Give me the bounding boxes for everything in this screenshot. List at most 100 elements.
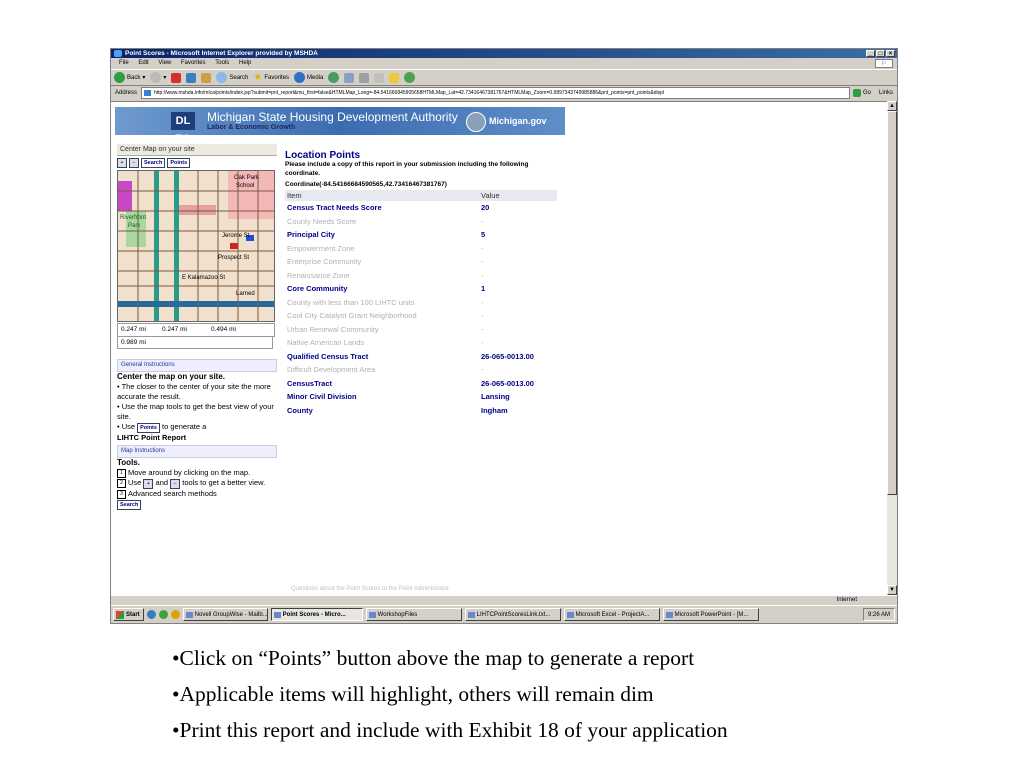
point-value: - bbox=[481, 257, 484, 267]
folder-button[interactable] bbox=[389, 72, 400, 83]
report-note: Please include a copy of this report in … bbox=[285, 161, 529, 177]
vertical-scrollbar[interactable]: ▲ ▼ bbox=[887, 101, 897, 595]
taskbar-item[interactable]: LIHTCPointScoresLink.txt... bbox=[464, 608, 561, 621]
table-row: Enterprise Community - bbox=[285, 255, 557, 269]
search-tool-button[interactable]: Search bbox=[117, 500, 142, 510]
search-tool-button[interactable]: Search bbox=[141, 158, 166, 168]
point-item: Native American Lands bbox=[287, 338, 365, 348]
table-row: Minor Civil Division Lansing bbox=[285, 390, 557, 404]
points-button[interactable]: Points bbox=[167, 158, 191, 168]
point-value: 1 bbox=[481, 284, 486, 294]
step-2-icon: 2 bbox=[117, 478, 126, 488]
point-value: 5 bbox=[481, 230, 486, 240]
point-value: - bbox=[481, 324, 484, 334]
menu-view[interactable]: View bbox=[158, 60, 171, 66]
table-row: County Ingham bbox=[285, 404, 557, 418]
windows-logo-icon: ⚐ bbox=[875, 59, 893, 68]
map-label: Oak Park bbox=[234, 175, 260, 181]
street-map[interactable]: Oak Park School Jerome St Prospect St E … bbox=[117, 170, 275, 322]
menu-bar: File Edit View Favorites Tools Help ⚐ bbox=[111, 59, 897, 68]
point-item: County Needs Score bbox=[287, 216, 357, 226]
favorites-button[interactable]: ★ Favorites bbox=[253, 72, 289, 83]
quicklaunch-icon[interactable] bbox=[158, 610, 168, 619]
links-button[interactable]: Links bbox=[879, 90, 893, 96]
point-value: - bbox=[481, 338, 484, 348]
close-button[interactable]: × bbox=[886, 50, 895, 57]
folder-icon bbox=[389, 72, 400, 83]
home-button[interactable] bbox=[201, 72, 212, 83]
edit-button[interactable] bbox=[374, 72, 385, 83]
security-zone: Internet bbox=[836, 597, 857, 603]
menu-tools[interactable]: Tools bbox=[215, 60, 229, 66]
clock: 9:26 AM bbox=[867, 612, 890, 618]
taskbar-item[interactable]: Microsoft PowerPoint - [M... bbox=[662, 608, 759, 621]
stop-button[interactable] bbox=[171, 72, 182, 83]
zoom-in-icon[interactable]: + bbox=[117, 158, 127, 168]
quicklaunch-icon[interactable] bbox=[146, 610, 156, 619]
minimize-button[interactable]: _ bbox=[866, 50, 875, 57]
chevron-down-icon: ▾ bbox=[142, 75, 146, 81]
points-button-inline[interactable]: Points bbox=[137, 423, 160, 433]
menu-file[interactable]: File bbox=[119, 60, 129, 66]
back-arrow-icon bbox=[114, 72, 125, 83]
table-row: County with less than 100 LIHTC units - bbox=[285, 296, 557, 310]
window-title: Point Scores - Microsoft Internet Explor… bbox=[125, 50, 318, 57]
banner-subtitle: Labor & Economic Growth bbox=[207, 124, 296, 131]
messenger-button[interactable] bbox=[404, 72, 416, 83]
search-button[interactable]: Search bbox=[216, 72, 248, 83]
menu-help[interactable]: Help bbox=[239, 60, 251, 66]
scroll-up-icon[interactable]: ▲ bbox=[887, 101, 897, 111]
start-button[interactable]: Start bbox=[113, 608, 144, 621]
point-value: - bbox=[481, 365, 484, 375]
taskbar-item[interactable]: WorkshopFiles bbox=[365, 608, 462, 621]
footer-link[interactable]: Questions about the Point Scores to the … bbox=[291, 586, 449, 592]
menu-edit[interactable]: Edit bbox=[138, 60, 148, 66]
status-bar: Internet bbox=[111, 595, 897, 605]
refresh-button[interactable] bbox=[186, 72, 197, 83]
media-button[interactable]: Media bbox=[294, 72, 323, 83]
forward-button[interactable]: ▾ bbox=[150, 72, 166, 83]
scroll-down-icon[interactable]: ▼ bbox=[887, 585, 897, 595]
map-scale: 0.247 mi 0.247 mi 0.494 mi bbox=[117, 323, 275, 337]
taskbar-item[interactable]: Novell GroupWise - Mailb... bbox=[182, 608, 268, 621]
slide-bullets: •Click on “Points” button above the map … bbox=[172, 640, 728, 748]
point-item: Qualified Census Tract bbox=[287, 351, 369, 361]
point-value: - bbox=[481, 216, 484, 226]
point-item: Core Community bbox=[287, 284, 348, 294]
table-row: Census Tract Needs Score 20 bbox=[285, 201, 557, 215]
gi-title: Center the map on your site. bbox=[117, 372, 226, 381]
table-row: CensusTract 26-065-0013.00 bbox=[285, 377, 557, 391]
map-label: Jerome St bbox=[222, 233, 250, 239]
taskbar-item[interactable]: Microsoft Excel - ProjectA... bbox=[563, 608, 660, 621]
go-button[interactable]: Go bbox=[852, 89, 871, 97]
point-value: - bbox=[481, 243, 484, 253]
step-1-icon: 1 bbox=[117, 468, 126, 478]
zoom-in-icon: + bbox=[143, 479, 154, 489]
map-label: E Kalamazoo St bbox=[182, 275, 226, 281]
toolbar: Back ▾ ▾ Search ★ Favorites Media bbox=[111, 69, 897, 86]
stop-icon bbox=[171, 72, 182, 83]
menu-favorites[interactable]: Favorites bbox=[181, 60, 206, 66]
scale-segment: 0.494 mi bbox=[211, 326, 236, 333]
mi-item: 3 Advanced search methods bbox=[117, 489, 277, 499]
left-panel: Center Map on your site + − Search Point… bbox=[117, 144, 277, 510]
scroll-thumb[interactable] bbox=[887, 111, 897, 495]
address-label: Address bbox=[115, 90, 138, 96]
michigan-gov-logo[interactable]: Michigan.gov bbox=[489, 116, 547, 126]
print-button[interactable] bbox=[359, 72, 370, 83]
zoom-out-icon[interactable]: − bbox=[129, 158, 139, 168]
address-bar: Address http://www.mshda.info/mlca/point… bbox=[111, 87, 897, 99]
mail-button[interactable] bbox=[344, 72, 355, 83]
point-value: 20 bbox=[481, 203, 490, 213]
point-item: Empowerment Zone bbox=[287, 243, 355, 253]
history-button[interactable] bbox=[328, 72, 340, 83]
point-item: Minor Civil Division bbox=[287, 392, 357, 402]
quicklaunch-icon[interactable] bbox=[170, 610, 180, 619]
back-button[interactable]: Back ▾ bbox=[114, 72, 145, 83]
taskbar-item[interactable]: Point Scores - Micro... bbox=[270, 608, 363, 621]
points-table: Item Value Census Tract Needs Score 20 Cou… bbox=[285, 190, 557, 417]
maximize-button[interactable]: □ bbox=[876, 50, 885, 57]
chevron-down-icon: ▾ bbox=[163, 75, 167, 81]
table-row: Principal City 5 bbox=[285, 228, 557, 242]
address-input[interactable]: http://www.mshda.info/mlca/points/index.… bbox=[141, 87, 850, 99]
